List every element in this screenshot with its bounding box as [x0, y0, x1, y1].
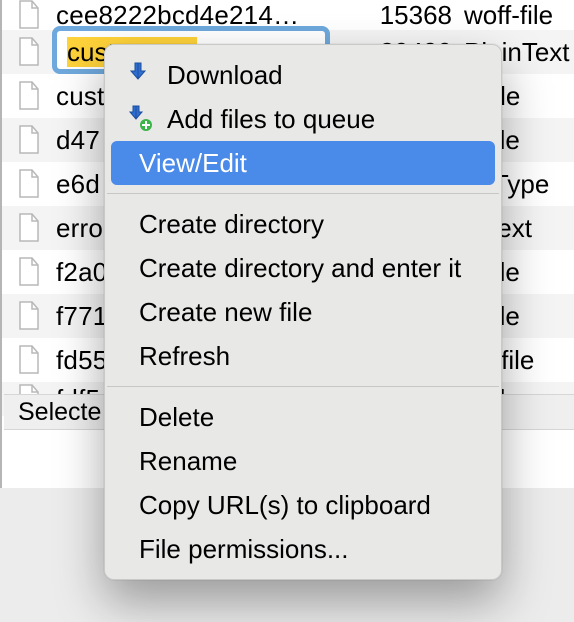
file-icon: [2, 37, 56, 67]
file-icon: [2, 125, 56, 155]
menu-label: Download: [167, 60, 283, 91]
menu-create-directory[interactable]: Create directory: [111, 202, 495, 246]
menu-label: Create directory and enter it: [139, 253, 461, 284]
file-icon: [2, 257, 56, 287]
file-icon: [2, 169, 56, 199]
menu-label: Create directory: [139, 209, 324, 240]
file-icon: [2, 0, 56, 30]
file-type: woff-file: [464, 0, 574, 31]
file-size: 15368: [372, 0, 464, 31]
menu-download[interactable]: Download: [111, 53, 495, 97]
menu-view-edit[interactable]: View/Edit: [111, 141, 495, 185]
menu-label: Delete: [139, 402, 214, 433]
menu-label: File permissions...: [139, 534, 349, 565]
menu-label: Copy URL(s) to clipboard: [139, 490, 431, 521]
menu-add-to-queue[interactable]: Add files to queue: [111, 97, 495, 141]
status-text: Selecte: [18, 398, 101, 427]
file-icon: [2, 345, 56, 375]
menu-delete[interactable]: Delete: [111, 395, 495, 439]
menu-label: Create new file: [139, 297, 312, 328]
menu-label: Rename: [139, 446, 237, 477]
download-icon: [125, 61, 167, 89]
menu-separator: [107, 386, 499, 387]
menu-label: View/Edit: [139, 148, 247, 179]
menu-separator: [107, 193, 499, 194]
file-icon: [2, 81, 56, 111]
file-icon: [2, 301, 56, 331]
menu-label: Refresh: [139, 341, 230, 372]
menu-copy-url[interactable]: Copy URL(s) to clipboard: [111, 483, 495, 527]
menu-create-directory-enter[interactable]: Create directory and enter it: [111, 246, 495, 290]
menu-create-new-file[interactable]: Create new file: [111, 290, 495, 334]
file-icon: [2, 213, 56, 243]
menu-label: Add files to queue: [167, 104, 375, 135]
menu-file-permissions[interactable]: File permissions...: [111, 527, 495, 571]
menu-rename[interactable]: Rename: [111, 439, 495, 483]
menu-refresh[interactable]: Refresh: [111, 334, 495, 378]
context-menu: Download Add files to queue View/Edit Cr…: [104, 44, 502, 580]
add-to-queue-icon: [125, 105, 167, 133]
